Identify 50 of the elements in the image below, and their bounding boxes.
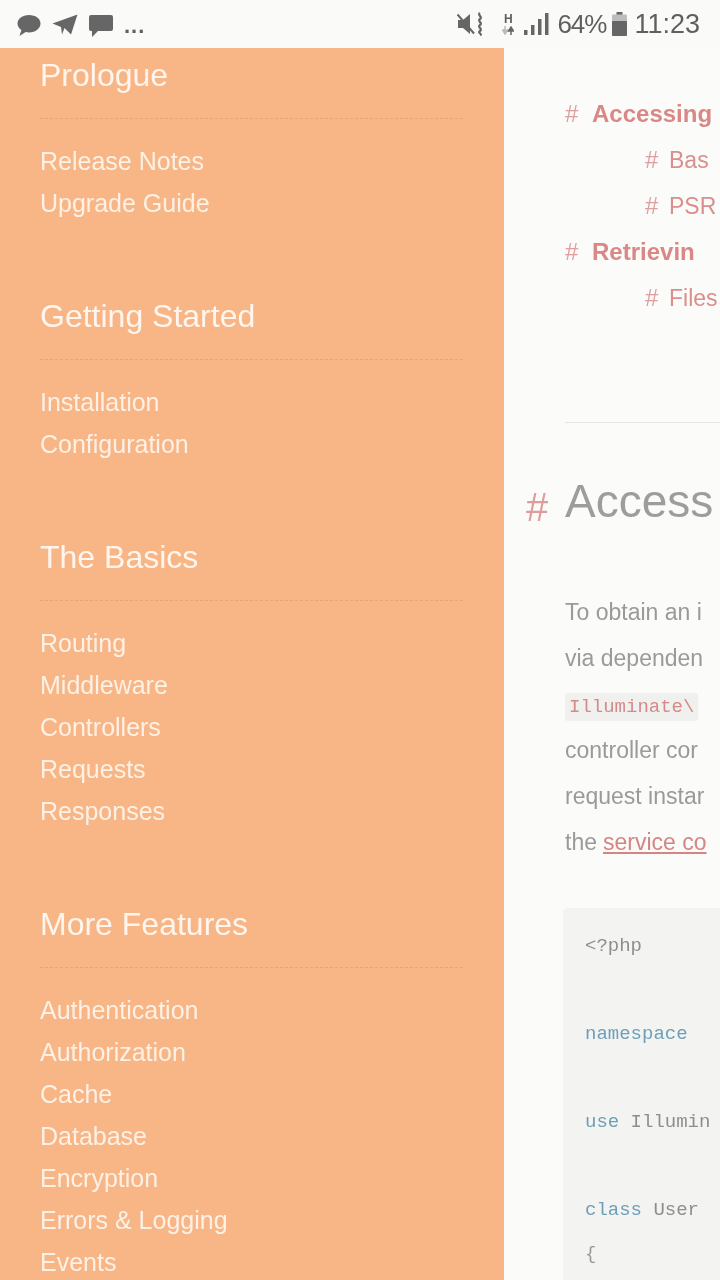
toc-link[interactable]: Retrievin <box>592 238 695 266</box>
hash-mark: # <box>645 192 660 220</box>
toc-link[interactable]: PSR <box>669 192 717 220</box>
hash-mark: # <box>645 284 660 312</box>
nav-link[interactable]: Configuration <box>40 423 189 465</box>
network-type-label: H <box>504 13 513 25</box>
nav-link[interactable]: Controllers <box>40 706 161 748</box>
section-heading: Getting Started <box>40 297 256 336</box>
hash-mark: # <box>565 100 580 128</box>
nav-link[interactable]: Routing <box>40 622 127 664</box>
nav-link[interactable]: Authorization <box>40 1031 186 1073</box>
nav-link[interactable]: Authentication <box>40 989 199 1031</box>
inline-code: Illuminate\ <box>565 693 699 721</box>
paper-plane-icon <box>52 13 78 35</box>
nav-link[interactable]: Requests <box>40 748 146 790</box>
nav-link[interactable]: Events <box>40 1241 117 1280</box>
nav-link[interactable]: Release Notes <box>40 140 204 182</box>
text-link[interactable]: service co <box>603 829 707 855</box>
more-notifications-indicator: ... <box>124 15 146 37</box>
signal-icon <box>524 13 552 35</box>
hash-mark: # <box>645 146 660 174</box>
code-line: use Illumin <box>585 1110 712 1135</box>
code-line: { <box>585 1242 598 1267</box>
nav-link[interactable]: Cache <box>40 1073 113 1115</box>
section-heading: More Features <box>40 905 249 944</box>
nav-link[interactable]: Upgrade Guide <box>40 182 210 224</box>
nav-link[interactable]: Installation <box>40 381 160 423</box>
code-line: class User <box>585 1198 700 1223</box>
nav-link[interactable]: Encryption <box>40 1157 159 1199</box>
nav-link[interactable]: Errors & Logging <box>40 1199 228 1241</box>
battery-percentage: 64% <box>557 11 607 37</box>
nav-link[interactable]: Responses <box>40 790 166 832</box>
hash-mark: # <box>565 238 580 266</box>
toc-link[interactable]: Bas <box>669 146 709 174</box>
section-heading: The Basics <box>40 538 199 577</box>
data-arrows-icon <box>502 26 515 35</box>
nav-link[interactable]: Database <box>40 1115 148 1157</box>
code-line: namespace <box>585 1022 689 1047</box>
toc-link[interactable]: Files <box>669 284 718 312</box>
clock-time: 11:23 <box>634 10 700 38</box>
page-heading: Access <box>565 474 714 529</box>
hash-mark: # <box>526 484 550 531</box>
message-icon <box>89 15 113 37</box>
section-heading: Prologue <box>40 56 169 95</box>
battery-icon <box>612 12 628 36</box>
code-line: <?php <box>585 934 643 959</box>
toc-link[interactable]: Accessing <box>592 100 713 128</box>
nav-link[interactable]: Middleware <box>40 664 168 706</box>
chat-bubble-icon <box>17 14 41 36</box>
paragraph: To obtain an i via dependen Illuminate\ controller cor request instar the service co <box>565 598 708 857</box>
